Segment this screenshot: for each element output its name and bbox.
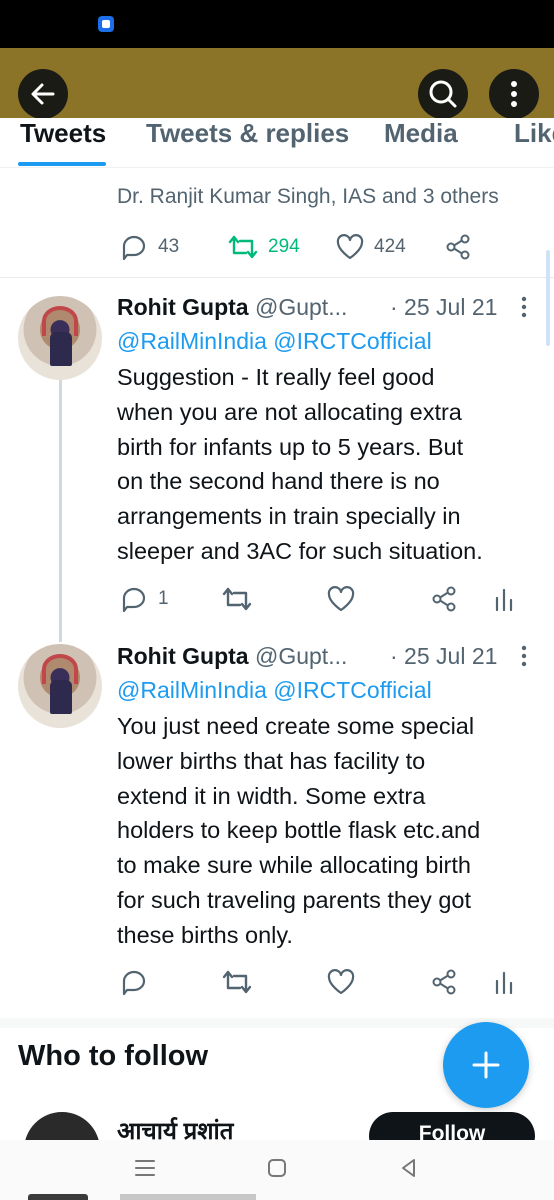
retweet-count: 294 [268,236,300,257]
heart-icon [327,586,355,612]
recent-apps-button[interactable] [131,1154,159,1182]
profile-tabs: Tweets Tweets & replies Media Likes [0,118,554,168]
suggested-user-name[interactable]: आचार्य प्रशांत [117,1114,233,1140]
share-icon [432,586,456,612]
tweet-mentions[interactable]: @RailMinIndia @IRCTCofficial [117,677,432,704]
tweet-divider [0,277,554,278]
like-button[interactable]: 424 [336,232,406,262]
author-name[interactable]: Rohit Gupta [117,294,249,320]
reply-icon [122,587,146,613]
analytics-icon [495,971,513,995]
tweet-text: Suggestion - It really feel good when yo… [117,364,483,564]
author-name[interactable]: Rohit Gupta [117,643,249,669]
heart-icon [327,969,355,995]
tweet-text: You just need create some special lower … [117,713,481,948]
liked-by-text[interactable]: Dr. Ranjit Kumar Singh, IAS and 3 others [117,185,499,209]
tweet-actions [0,967,554,997]
avatar[interactable] [24,1112,100,1140]
reply-button[interactable]: 1 [120,584,169,614]
arrow-left-icon [31,83,55,105]
reply-icon [122,235,146,261]
retweet-button[interactable] [222,584,252,614]
analytics-button[interactable] [494,584,514,614]
follow-button[interactable]: Follow [369,1112,535,1140]
active-tab-indicator [18,162,106,166]
avatar [28,1194,88,1200]
tweet-more-icon[interactable] [521,296,527,318]
tab-tweets-replies[interactable]: Tweets & replies [146,118,349,149]
tab-media[interactable]: Media [384,118,458,149]
retweet-icon [222,970,252,994]
search-button[interactable] [418,69,468,119]
more-options-button[interactable] [489,69,539,119]
author-handle[interactable]: @Gupt... [255,643,347,669]
who-to-follow-heading: Who to follow [18,1040,209,1072]
avatar[interactable] [18,644,102,728]
next-suggestion-peek [0,1194,554,1200]
retweet-icon [222,587,252,611]
retweet-button[interactable] [222,967,252,997]
tab-likes[interactable]: Likes [514,118,554,149]
author-handle[interactable]: @Gupt... [255,294,347,320]
menu-icon [135,1160,155,1176]
retweet-icon [228,235,258,259]
plus-icon [472,1051,500,1079]
notification-app-icon [98,16,114,32]
system-nav-bar [0,1140,554,1200]
more-vertical-icon [511,81,517,107]
retweet-button[interactable]: 294 [228,232,300,262]
back-triangle-icon [402,1159,415,1177]
heart-icon [336,234,364,260]
share-button[interactable] [430,584,458,614]
share-icon [432,969,456,995]
reply-button[interactable]: 43 [120,232,179,262]
tweet-actions: 43 294 424 [0,232,554,262]
search-icon [429,80,457,108]
reply-count: 1 [158,588,169,609]
analytics-button[interactable] [494,967,514,997]
follow-suggestion: आचार्य प्रशांत Follow [0,1108,554,1140]
tweet-actions: 1 [0,584,554,614]
tweet-header: Rohit Gupta @Gupt... [117,294,347,321]
compose-tweet-button[interactable] [443,1022,529,1108]
tweet-more-icon[interactable] [521,645,527,667]
suggestion-text-peek [120,1194,256,1200]
back-button[interactable] [18,69,68,119]
like-button[interactable] [327,584,355,614]
avatar[interactable] [18,296,102,380]
tab-tweets[interactable]: Tweets [20,118,106,149]
scroll-indicator[interactable] [546,250,550,346]
share-button[interactable] [444,232,472,262]
share-icon [446,234,470,260]
home-button[interactable] [263,1154,291,1182]
like-count: 424 [374,236,406,257]
share-button[interactable] [430,967,458,997]
back-nav-button[interactable] [395,1154,423,1182]
reply-icon [122,970,146,996]
tweet-header: Rohit Gupta @Gupt... [117,643,347,670]
status-bar [0,0,554,48]
like-button[interactable] [327,967,355,997]
tweet-date: · 25 Jul 21 [390,294,498,320]
reply-button[interactable] [120,967,148,997]
home-icon [268,1159,286,1177]
tweet-date: · 25 Jul 21 [390,643,498,669]
analytics-icon [495,588,513,612]
tweet-mentions[interactable]: @RailMinIndia @IRCTCofficial [117,328,432,355]
reply-count: 43 [158,236,180,257]
